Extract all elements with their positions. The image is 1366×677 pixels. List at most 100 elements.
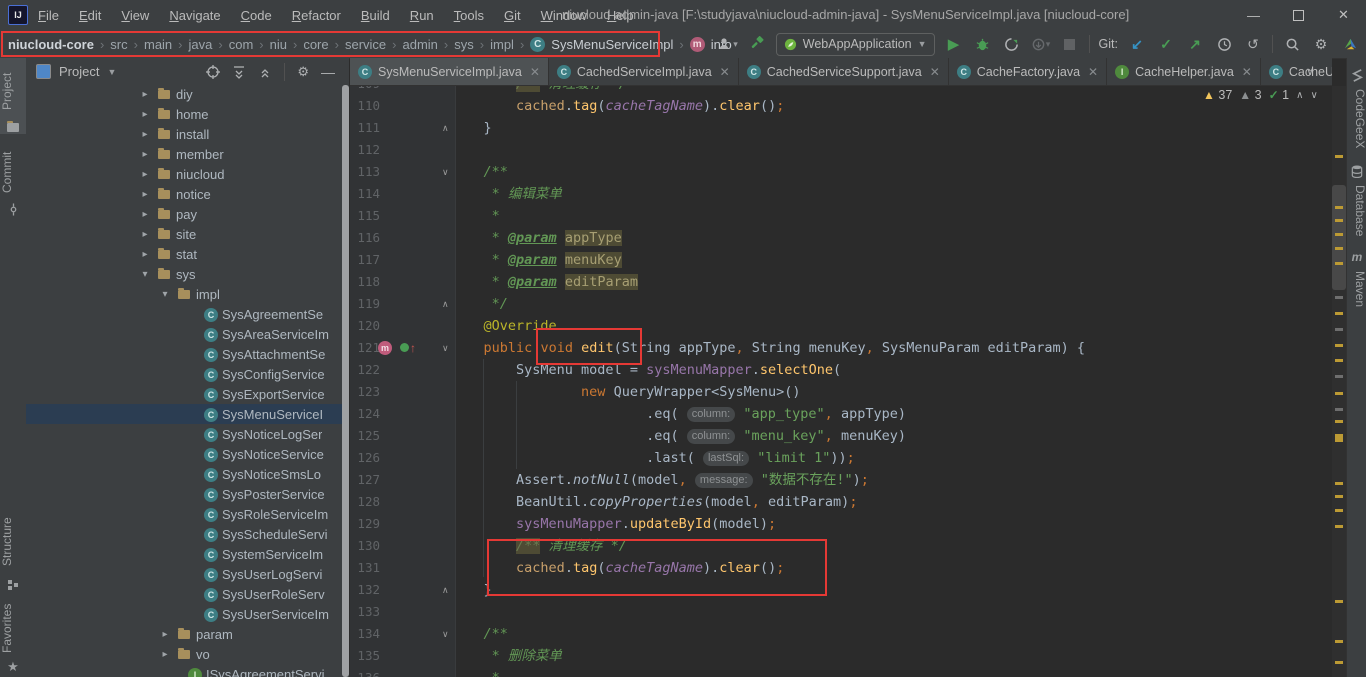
fold-end-icon[interactable]: ∧ [442,117,449,139]
tree-arrow-collapsed[interactable]: ▸ [140,229,150,240]
tool-window-tab-project[interactable]: Project [0,62,26,120]
tree-arrow-collapsed[interactable]: ▸ [140,89,150,100]
menu-item-navigate[interactable]: Navigate [169,8,220,23]
tree-arrow-collapsed[interactable]: ▸ [140,169,150,180]
fold-start-icon[interactable]: ∨ [442,623,449,645]
tab-close-icon[interactable]: ✕ [930,65,940,79]
tree-item-sysconfigservice[interactable]: CSysConfigService [26,364,349,384]
tree-item-sysnoticeservice[interactable]: CSysNoticeService [26,444,349,464]
menu-item-build[interactable]: Build [361,8,390,23]
code-line-122[interactable]: 122 SysMenu model = sysMenuMapper.select… [350,359,1332,381]
breadcrumb-item-sys[interactable]: sys [454,37,474,52]
line-number[interactable]: 119 [350,293,380,315]
code-line-125[interactable]: 125 .eq( column: "menu_key", menuKey) [350,425,1332,447]
line-number[interactable]: 128 [350,491,380,513]
stripe-warning-mark[interactable] [1335,344,1343,347]
tree-item-sysareaserviceim[interactable]: CSysAreaServiceIm [26,324,349,344]
debug-button[interactable] [973,33,993,55]
line-number[interactable]: 134 [350,623,380,645]
tree-arrow-collapsed[interactable]: ▸ [140,129,150,140]
code-text[interactable]: new QueryWrapper<SysMenu>() [451,381,801,403]
menu-item-code[interactable]: Code [241,8,272,23]
menu-item-git[interactable]: Git [504,8,521,23]
tree-item-sysattachmentse[interactable]: CSysAttachmentSe [26,344,349,364]
overrides-method-icon[interactable] [400,343,409,352]
menu-item-edit[interactable]: Edit [79,8,101,23]
tree-arrow-collapsed[interactable]: ▸ [160,649,170,660]
menu-item-view[interactable]: View [121,8,149,23]
line-number[interactable]: 122 [350,359,380,381]
stripe-warning-mark[interactable] [1335,392,1343,395]
stripe-warning-mark[interactable] [1335,408,1343,411]
code-line-115[interactable]: 115 * [350,205,1332,227]
code-line-120[interactable]: 120 @Override [350,315,1332,337]
tree-arrow-expanded[interactable]: ▾ [140,269,150,280]
code-line-119[interactable]: 119∧ */ [350,293,1332,315]
git-push-button[interactable]: ↗ [1185,33,1205,55]
maximize-button[interactable] [1276,0,1321,30]
tab-cachedservicesupport-java[interactable]: CCachedServiceSupport.java✕ [739,58,949,85]
tree-item-notice[interactable]: ▸notice [26,184,349,204]
code-text[interactable]: */ [451,293,508,315]
stripe-warning-mark[interactable] [1335,219,1343,222]
code-text[interactable]: /** 清理缓存 */ [451,535,627,557]
close-button[interactable]: ✕ [1321,0,1366,30]
code-line-134[interactable]: 134 ∨ /** [350,623,1332,645]
collapse-all-button[interactable] [258,65,272,79]
settings-gear-button[interactable]: ⚙ [1311,33,1331,55]
code-text[interactable]: cached.tag(cacheTagName).clear(); [451,95,784,117]
run-button[interactable]: ▶ [944,33,964,55]
tree-item-systemserviceim[interactable]: CSystemServiceIm [26,544,349,564]
tree-item-install[interactable]: ▸install [26,124,349,144]
breadcrumb-item-com[interactable]: com [229,37,254,52]
tree-arrow-collapsed[interactable]: ▸ [160,629,170,640]
menu-item-run[interactable]: Run [410,8,434,23]
next-problem-chevron[interactable]: ∨ [1310,90,1317,101]
code-text[interactable]: /** [451,623,508,645]
breadcrumb-item-java[interactable]: java [189,37,213,52]
rollback-button[interactable]: ↺ [1243,33,1263,55]
stripe-warning-mark[interactable] [1335,434,1343,442]
stripe-warning-mark[interactable] [1335,262,1343,265]
line-number[interactable]: 126 [350,447,380,469]
stripe-warning-mark[interactable] [1335,375,1343,378]
line-number[interactable]: 123 [350,381,380,403]
editor-scrollbar-thumb[interactable] [1332,185,1346,290]
line-number[interactable]: 118 [350,271,380,293]
tree-item-sysuserserviceim[interactable]: CSysUserServiceIm [26,604,349,624]
code-text[interactable]: } [451,117,492,139]
line-number[interactable]: 124 [350,403,380,425]
line-number[interactable]: 133 [350,601,380,623]
breadcrumb-item-src[interactable]: src [110,37,127,52]
tree-item-diy[interactable]: ▸diy [26,85,349,104]
menu-item-tools[interactable]: Tools [454,8,484,23]
code-line-129[interactable]: 129 sysMenuMapper.updateById(model); [350,513,1332,535]
code-text[interactable]: /** 清理缓存 */ [451,86,627,95]
tool-window-tab-codegeex[interactable]: CodeGeeX [1347,84,1366,154]
breadcrumb-item-niucloud-core[interactable]: niucloud-core [8,37,94,52]
code-text[interactable]: * 编辑菜单 [451,183,562,205]
line-number[interactable]: 130 [350,535,380,557]
code-line-114[interactable]: 114 * 编辑菜单 [350,183,1332,205]
code-text[interactable]: SysMenu model = sysMenuMapper.selectOne( [451,359,841,381]
code-text[interactable]: public void edit(String appType, String … [451,337,1085,359]
tree-item-sysexportservice[interactable]: CSysExportService [26,384,349,404]
tree-item-member[interactable]: ▸member [26,144,349,164]
tree-item-sysroleserviceim[interactable]: CSysRoleServiceIm [26,504,349,524]
code-line-133[interactable]: 133 [350,601,1332,623]
stripe-warning-mark[interactable] [1335,661,1343,664]
stripe-warning-mark[interactable] [1335,495,1343,498]
code-line-109[interactable]: 109 /** 清理缓存 */ [350,86,1332,95]
tab-cachefactory-java[interactable]: CCacheFactory.java✕ [949,58,1107,85]
line-number[interactable]: 135 [350,645,380,667]
git-commit-button[interactable]: ✓ [1156,33,1176,55]
stripe-warning-mark[interactable] [1335,233,1343,236]
code-text[interactable]: .last( lastSql: "limit 1")); [451,447,855,469]
tree-item-pay[interactable]: ▸pay [26,204,349,224]
stripe-warning-mark[interactable] [1335,482,1343,485]
history-button[interactable] [1214,33,1234,55]
line-number[interactable]: 113 [350,161,380,183]
menu-item-file[interactable]: File [38,8,59,23]
tree-item-niucloud[interactable]: ▸niucloud [26,164,349,184]
code-line-128[interactable]: 128 BeanUtil.copyProperties(model, editP… [350,491,1332,513]
